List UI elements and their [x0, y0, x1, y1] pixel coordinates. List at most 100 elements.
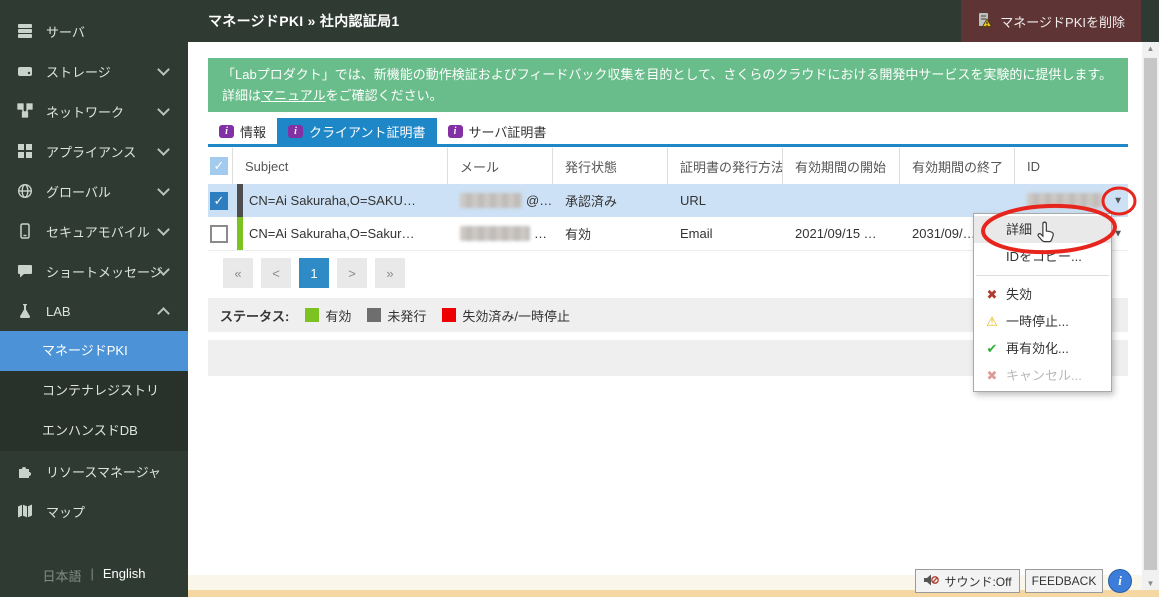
tab-info[interactable]: i 情報 [208, 118, 277, 144]
redacted-id [1027, 193, 1103, 208]
delete-button-label: マネージドPKIを削除 [1000, 12, 1125, 31]
menu-item-revoke[interactable]: ✖失効 [974, 281, 1111, 308]
delete-managed-pki-button[interactable]: マネージドPKIを削除 [961, 0, 1141, 42]
storage-icon [16, 62, 34, 80]
menu-item-label: 再有効化... [1006, 341, 1069, 356]
sidebar-item-resource-manager[interactable]: リソースマネージャ [0, 451, 188, 491]
vertical-scrollbar[interactable]: ▲ ▼ [1142, 42, 1159, 590]
tab-label: クライアント証明書 [309, 122, 425, 141]
valid-from-cell: 2021/09/15 … [783, 217, 900, 250]
sidebar-item-label: ストレージ [46, 62, 111, 81]
menu-item-suspend[interactable]: ⚠一時停止... [974, 308, 1111, 335]
column-header-issue-status: 発行状態 [553, 148, 668, 184]
issue-status-cell: 有効 [553, 217, 668, 250]
sidebar-item-map[interactable]: マップ [0, 491, 188, 531]
row-checkbox-unchecked[interactable] [210, 225, 228, 243]
redacted-email [460, 193, 522, 208]
sidebar-item-managed-pki[interactable]: マネージドPKI [0, 331, 188, 371]
manual-link[interactable]: マニュアル [261, 88, 326, 103]
tab-server-certificates[interactable]: i サーバ証明書 [437, 118, 558, 144]
pagination-last-button[interactable]: » [375, 258, 405, 288]
email-suffix: … [534, 226, 547, 241]
menu-item-reactivate[interactable]: ✔再有効化... [974, 335, 1111, 362]
info-card-icon: i [219, 125, 234, 138]
legend-label: ステータス: [220, 306, 289, 325]
pagination-next-button[interactable]: > [337, 258, 367, 288]
sidebar-item-server[interactable]: サーバ [0, 11, 188, 51]
muted-speaker-icon [923, 573, 939, 590]
sidebar-item-label: アプライアンス [46, 142, 136, 161]
menu-item-label: 一時停止... [1006, 314, 1069, 329]
chevron-down-icon [157, 223, 170, 236]
table-header: ✓ Subject メール 発行状態 証明書の発行方法 有効期間の開始 有効期間… [208, 148, 1128, 184]
row-actions-dropdown-icon[interactable]: ▼ [1113, 228, 1123, 239]
row-checkbox-checked[interactable]: ✓ [210, 192, 228, 210]
column-header-valid-to: 有効期間の終了 [900, 148, 1015, 184]
chevron-down-icon [157, 103, 170, 116]
sidebar-item-appliance[interactable]: アプライアンス [0, 131, 188, 171]
sidebar-item-label: LAB [46, 304, 71, 319]
legend-red-swatch [442, 308, 456, 322]
tab-client-certificates[interactable]: i クライアント証明書 [277, 118, 436, 144]
help-info-button[interactable]: i [1108, 569, 1132, 593]
sidebar-item-lab[interactable]: LAB [0, 291, 188, 331]
menu-item-details[interactable]: 詳細 [974, 216, 1111, 243]
email-suffix: @… [526, 193, 552, 208]
issue-status-cell: 承認済み [553, 184, 668, 217]
language-english[interactable]: English [103, 566, 146, 585]
scrollbar-down-arrow-icon[interactable]: ▼ [1142, 579, 1159, 588]
sidebar-item-short-message[interactable]: ショートメッセージ [0, 251, 188, 291]
sidebar-item-label: グローバル [46, 182, 111, 201]
map-icon [16, 502, 34, 520]
breadcrumb[interactable]: マネージドPKI » 社内認証局1 [208, 0, 400, 42]
top-bar: マネージドPKI » 社内認証局1 マネージドPKIを削除 [188, 0, 1159, 42]
network-icon [16, 102, 34, 120]
sidebar-item-network[interactable]: ネットワーク [0, 91, 188, 131]
sidebar-item-container-registry[interactable]: コンテナレジストリ [0, 371, 188, 411]
legend-item-label: 失効済み/一時停止 [462, 306, 570, 325]
column-header-issue-method: 証明書の発行方法 [668, 148, 783, 184]
pagination-page-1-button[interactable]: 1 [299, 258, 329, 288]
menu-item-label: 失効 [1006, 287, 1032, 302]
legend-green-swatch [305, 308, 319, 322]
column-header-id: ID [1015, 148, 1128, 184]
banner-line2-prefix: 詳細は [222, 88, 261, 103]
pagination-prev-button[interactable]: < [261, 258, 291, 288]
sidebar-item-global[interactable]: グローバル [0, 171, 188, 211]
language-japanese[interactable]: 日本語 [42, 566, 81, 585]
email-cell: @… [448, 184, 553, 217]
info-card-icon: i [448, 125, 463, 138]
banner-line2-suffix: をご確認ください。 [326, 88, 443, 103]
cancel-x-icon: ✖ [984, 362, 1000, 389]
row-actions-dropdown-icon[interactable]: ▼ [1113, 195, 1123, 206]
app-root: サーバ ストレージ ネットワーク アプライアンス グローバル セキュアモバイル [0, 0, 1159, 597]
sidebar-item-storage[interactable]: ストレージ [0, 51, 188, 91]
legend-item-label: 有効 [325, 306, 351, 325]
feedback-button[interactable]: FEEDBACK [1025, 569, 1103, 593]
flask-icon [16, 302, 34, 320]
sidebar-item-label: リソースマネージャ [46, 462, 161, 481]
row-actions-context-menu: 詳細 IDをコピー... ✖失効 ⚠一時停止... ✔再有効化... ✖ キャンセ… [973, 213, 1112, 392]
pagination-first-button[interactable]: « [223, 258, 253, 288]
subject-cell: CN=Ai Sakuraha,O=SAKU… [233, 184, 448, 217]
sidebar-item-enhanced-db[interactable]: エンハンスドDB [0, 411, 188, 451]
sound-toggle-button[interactable]: サウンド:Off [915, 569, 1020, 593]
sidebar-item-secure-mobile[interactable]: セキュアモバイル [0, 211, 188, 251]
puzzle-icon [16, 462, 34, 480]
sidebar-item-label: セキュアモバイル [46, 222, 150, 241]
menu-item-copy-id[interactable]: IDをコピー... [974, 243, 1111, 270]
select-all-checkbox[interactable]: ✓ [210, 157, 228, 175]
menu-item-label: キャンセル... [1006, 368, 1082, 383]
legend-gray-swatch [367, 308, 381, 322]
lab-notice-banner: 「Labプロダクト」では、新機能の動作検証およびフィードバック収集を目的として、… [208, 58, 1128, 112]
scrollbar-thumb[interactable] [1144, 58, 1157, 570]
email-cell: … [448, 217, 553, 250]
scrollbar-up-arrow-icon[interactable]: ▲ [1142, 44, 1159, 53]
sound-button-label: サウンド:Off [944, 573, 1011, 590]
chevron-down-icon [157, 183, 170, 196]
tab-label: サーバ証明書 [469, 122, 547, 141]
valid-from-cell [783, 184, 900, 217]
chevron-down-icon [157, 143, 170, 156]
sidebar-item-label: ショートメッセージ [46, 262, 163, 281]
pagination: « < 1 > » [223, 258, 405, 288]
